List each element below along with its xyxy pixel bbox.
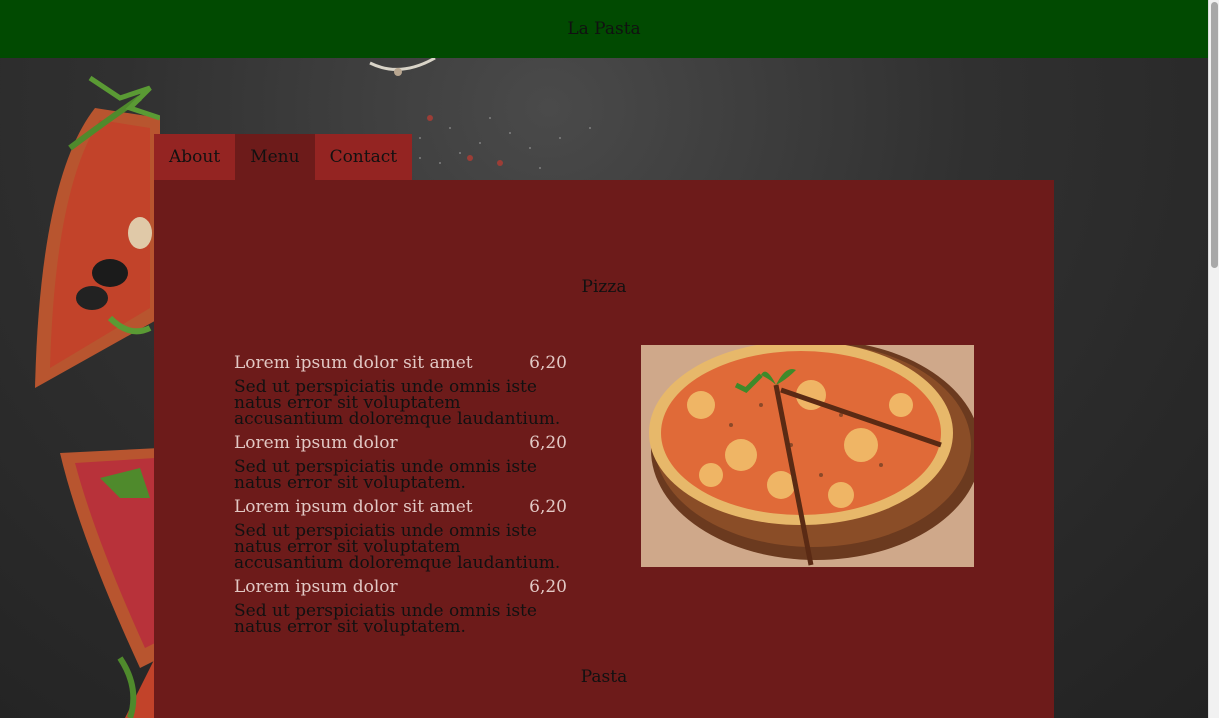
pizza-menu-list: Lorem ipsum dolor sit amet 6,20 Sed ut p… [234,352,567,640]
menu-item: Lorem ipsum dolor 6,20 Sed ut perspiciat… [234,432,567,493]
menu-panel: Pizza Lorem ipsum dolor sit amet 6,20 Se… [154,180,1054,718]
site-title: La Pasta [567,19,641,39]
menu-item-name: Lorem ipsum dolor [234,577,398,597]
menu-item-description: Sed ut perspiciatis unde omnis iste natu… [234,521,561,573]
menu-item-price: 6,20 [529,497,567,517]
menu-item-name: Lorem ipsum dolor sit amet [234,353,473,373]
pizza-photo [641,345,974,567]
page: La Pasta About Menu Contact Pizza Lorem … [0,0,1219,718]
menu-item-price: 6,20 [529,353,567,373]
menu-item: Lorem ipsum dolor sit amet 6,20 Sed ut p… [234,496,567,573]
menu-item-description: Sed ut perspiciatis unde omnis iste natu… [234,457,537,493]
background-pizza-image [35,75,160,718]
menu-item-name: Lorem ipsum dolor sit amet [234,497,473,517]
section-title-pizza: Pizza [581,277,627,297]
tab-bar: About Menu Contact [154,134,413,180]
tab-about[interactable]: About [154,134,236,180]
menu-item-description: Sed ut perspiciatis unde omnis iste natu… [234,377,561,429]
page-scrollbar[interactable] [1208,0,1219,718]
tab-contact[interactable]: Contact [314,134,413,180]
menu-item: Lorem ipsum dolor sit amet 6,20 Sed ut p… [234,352,567,429]
menu-item-price: 6,20 [529,433,567,453]
section-title-pasta: Pasta [580,667,628,687]
menu-item-price: 6,20 [529,577,567,597]
menu-item-description: Sed ut perspiciatis unde omnis iste natu… [234,601,537,637]
tab-menu[interactable]: Menu [235,134,315,180]
top-header: La Pasta [0,0,1208,58]
menu-item-name: Lorem ipsum dolor [234,433,398,453]
menu-item: Lorem ipsum dolor 6,20 Sed ut perspiciat… [234,576,567,637]
scrollbar-thumb[interactable] [1211,2,1218,268]
